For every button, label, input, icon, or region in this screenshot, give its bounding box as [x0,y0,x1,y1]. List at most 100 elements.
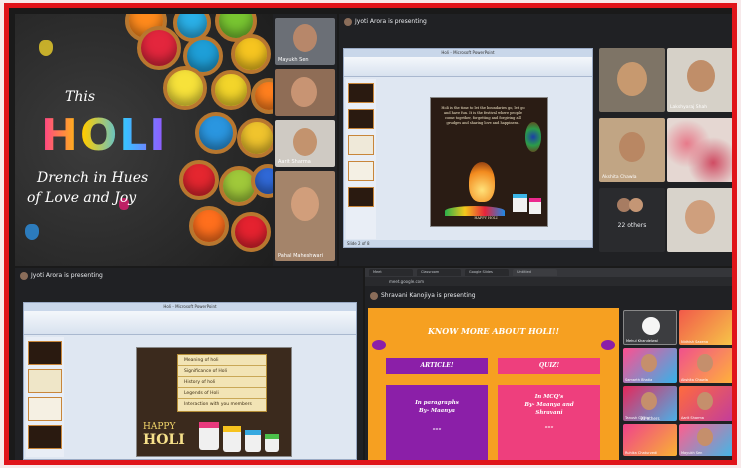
color-bowl [163,66,207,110]
meeting-panel-top-right: Jyoti Arora is presenting Holi - Microso… [339,14,732,266]
slide-thumbnail[interactable] [348,161,374,181]
browser-tab[interactable]: Classroom [417,269,461,276]
avatar [617,62,647,96]
status-bar: Slide 2 of 8 [344,240,592,247]
participant-tile[interactable]: Samarth Bhatia [623,348,677,383]
participant-strip: Mayukh Sen Aarit Sharma Pahal Maheshwari [273,14,337,266]
ribbon-toolbar[interactable] [24,311,356,335]
powerpoint-window[interactable]: Holi - Microsoft PowerPoint Holi is the … [343,48,593,248]
flame-graphic [469,162,495,202]
swirl-decoration [601,340,615,350]
paint-bucket-graphic [513,194,527,212]
browser-tab[interactable]: Untitled [513,269,557,276]
article-dash: --- [432,424,442,433]
slide-body-text: Holi is the time to let the boundaries g… [441,106,525,125]
participant-tile[interactable]: Mayukh Sen [275,18,335,65]
slide-thumbnail[interactable] [348,109,374,129]
handprint-decoration [39,40,53,56]
slide-thumbnails[interactable] [346,79,376,239]
others-tile[interactable]: 22 others [599,188,665,252]
slide-title: KNOW MORE ABOUT HOLI!! [427,326,560,336]
participant-tile[interactable] [667,188,732,252]
color-bowl [189,206,229,246]
avatar [291,77,317,107]
participant-name: Lakshyaraj Shah [670,105,708,110]
slide-thumbnail[interactable] [348,83,374,103]
presenter-label: Jyoti Arora is presenting [355,18,427,25]
window-title: Holi - Microsoft PowerPoint [344,49,592,57]
participant-name: Aarit Sharma [278,159,311,165]
slide-thumbnail[interactable] [28,369,62,393]
slide-thumbnail[interactable] [28,397,62,421]
others-count: 22 others [617,222,647,229]
meeting-panel-bottom-left: Jyoti Arora is presenting Holi - Microso… [15,268,363,460]
others-count: 21 others [640,416,660,421]
participant-tile[interactable] [599,48,665,112]
participant-name: Mayukh Sen [278,57,309,63]
participant-tile[interactable] [275,69,335,116]
article-line: By- Maanya [418,408,456,414]
article-body: In paragraphs By- Maanya --- [386,385,488,460]
presenter-banner: Shravani Kanojiya is presenting [365,288,732,304]
quiz-line: By- Maanya and [524,402,574,408]
avatar [20,272,28,280]
participant-tile[interactable]: Akshita Chawla [679,348,732,383]
participant-tile[interactable] [667,118,732,182]
agenda-item: Significance of Holi [178,366,266,377]
avatar [685,200,715,234]
presenter-banner: Jyoti Arora is presenting [15,268,363,284]
participant-tile[interactable]: Akshita Chawla [599,118,665,182]
participant-tile[interactable]: Nidhish Saxena [679,310,732,345]
participant-tile[interactable]: Lakshyaraj Shah [667,48,732,112]
browser-tab[interactable]: Meet [369,269,413,276]
participant-tile[interactable]: Ruhika Chaturvedi [623,424,677,456]
participant-tile[interactable]: Pahal Maheshwari [275,171,335,261]
avatar [293,128,317,156]
handprint-decoration [25,224,39,240]
agenda-item: Meaning of holi [178,355,266,366]
slide-caption: HAPPY HOLI [474,216,498,220]
avatar [697,428,713,446]
slide-thumbnail[interactable] [348,187,374,207]
agenda-box: Meaning of holi Significance of Holi His… [177,354,267,412]
collage-frame: This HOLI Drench in Hues of Love and Joy… [4,3,737,465]
google-slide[interactable]: KNOW MORE ABOUT HOLI!! ARTICLE! QUIZ! In… [368,308,619,460]
participant-tile[interactable]: Aarit Sharma [679,386,732,421]
participant-name: Mayukh Sen [681,451,703,455]
happy-text: HAPPY [143,422,176,432]
ribbon-toolbar[interactable] [344,57,592,77]
quiz-header: QUIZ! [498,358,600,374]
color-bowl [237,118,277,158]
participant-tile[interactable]: Mayukh Sen [679,424,732,456]
presenter-label: Jyoti Arora is presenting [31,272,103,279]
poster-line-drench: Drench in Hues [37,170,149,186]
current-slide[interactable]: Holi is the time to let the boundaries g… [430,97,548,227]
avatar [344,18,352,26]
poster-line-this: This [65,89,96,105]
agenda-item: History of holi [178,377,266,388]
slide-thumbnail[interactable] [28,341,62,365]
slide-thumbnails[interactable] [26,337,64,457]
avatar [697,392,713,410]
participant-tile[interactable]: Aarit Sharma [275,120,335,167]
slide-thumbnail[interactable] [348,135,374,155]
paint-bucket-graphic [223,426,241,452]
article-header: ARTICLE! [386,358,488,374]
browser-tab[interactable]: Google Slides [465,269,509,276]
color-bowl [211,70,251,110]
color-piles [445,206,505,216]
quiz-dash: --- [544,422,554,431]
presenter-label: Shravani Kanojiya is presenting [381,292,476,299]
browser-tab-bar: Meet Classroom Google Slides Untitled [365,268,732,277]
participant-name: Akshita Chawla [602,175,637,180]
participant-tile[interactable]: Mehul Khandelwal [623,310,677,345]
current-slide[interactable]: Meaning of holi Significance of Holi His… [136,347,292,457]
avatar [291,187,319,221]
participant-name: Ruhika Chaturvedi [625,451,658,455]
quiz-body: In MCQ's By- Maanya and Shravani --- [498,385,600,460]
avatar [642,317,660,335]
powerpoint-window[interactable]: Holi - Microsoft PowerPoint Meaning of h… [23,302,357,460]
color-bowl [195,112,237,154]
slide-thumbnail[interactable] [28,425,62,449]
url-text: meet.google.com [389,279,425,284]
